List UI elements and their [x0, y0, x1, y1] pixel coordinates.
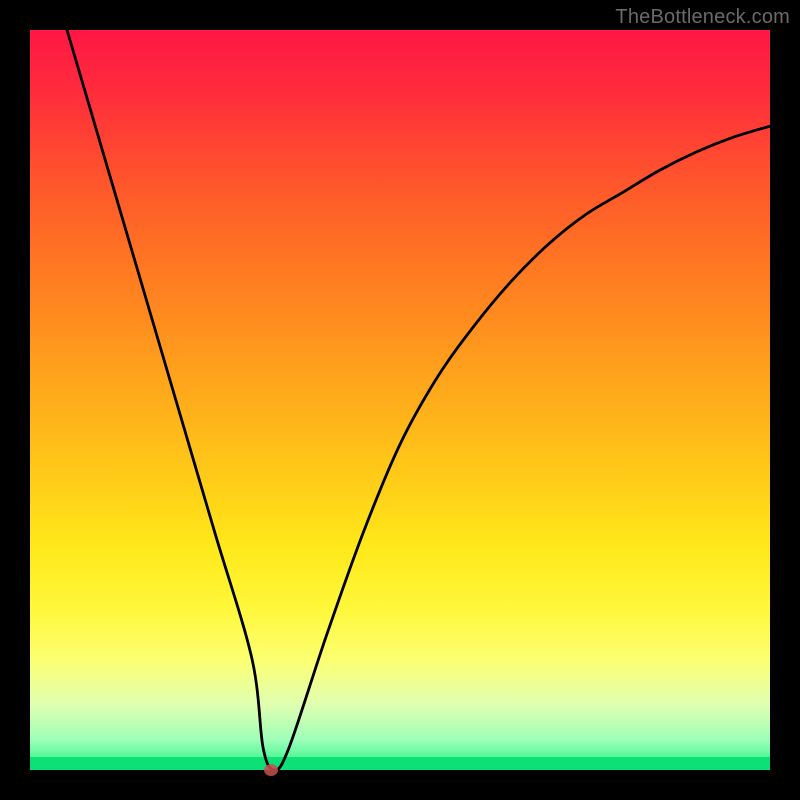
- chart-container: TheBottleneck.com: [0, 0, 800, 800]
- watermark-text: TheBottleneck.com: [615, 6, 790, 29]
- bottleneck-curve: [30, 30, 770, 770]
- minimum-marker-icon: [264, 764, 278, 776]
